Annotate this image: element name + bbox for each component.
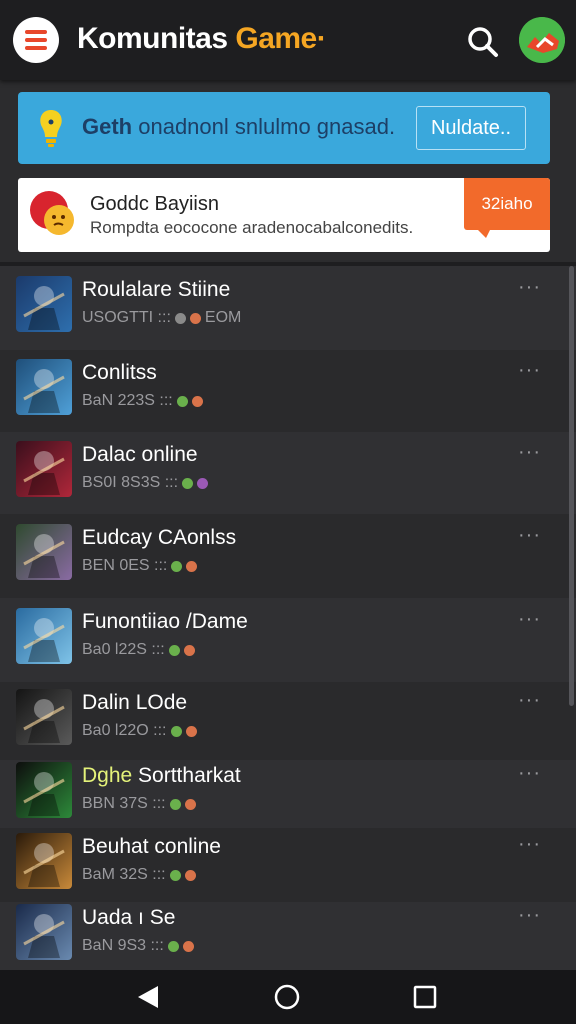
more-options-icon[interactable]: ··· — [518, 525, 541, 545]
more-options-icon[interactable]: ··· — [518, 360, 541, 380]
status-dot-icon — [191, 395, 203, 407]
banner-text-rest: onadnonl snlulmo gnasad. — [132, 114, 396, 139]
game-name: Beuhat conline — [82, 835, 221, 858]
game-meta: BEN 0ES ::: — [82, 557, 198, 575]
game-meta: Ba0 l22O ::: — [82, 722, 197, 740]
game-list-item[interactable]: Uada ı SeBaN 9S3 ::: ··· — [0, 902, 576, 971]
game-thumbnail-icon — [16, 524, 72, 580]
hamburger-menu-icon[interactable] — [13, 17, 59, 63]
info-banner: Geth onadnonl snlulmo gnasad. Nuldate.. — [18, 92, 550, 164]
more-options-icon[interactable]: ··· — [518, 690, 541, 710]
game-thumbnail-icon — [16, 833, 72, 889]
game-name: Uada ı Se — [82, 906, 176, 929]
game-thumbnail-icon — [16, 276, 72, 332]
status-dot-icon — [182, 477, 194, 489]
game-list-item[interactable]: Dghe SorttharkatBBN 37S ::: ··· — [0, 760, 576, 829]
status-dot-icon — [174, 312, 186, 324]
status-dot-icon — [171, 560, 183, 572]
game-thumbnail-icon — [16, 441, 72, 497]
game-meta-text: USOGTTI ::: — [82, 309, 171, 326]
status-dot-icon — [169, 869, 181, 881]
game-thumbnail-icon — [16, 359, 72, 415]
status-dot-icon — [170, 725, 182, 737]
game-meta-tail: EOM — [204, 309, 242, 326]
game-meta-text: BaN 9S3 ::: — [82, 937, 164, 954]
recent-apps-square-icon[interactable] — [413, 985, 437, 1009]
game-name: Conlitss — [82, 361, 157, 384]
scrollbar[interactable] — [569, 266, 574, 706]
status-dot-icon — [197, 477, 209, 489]
notice-card[interactable]: Goddc Bayiisn Rompdta eococone aradenoca… — [18, 178, 550, 252]
banner-text-bold: Geth — [82, 114, 133, 139]
game-name: Funontiiao /Dame — [82, 610, 248, 633]
game-meta: BBN 37S ::: — [82, 795, 196, 813]
status-dot-icon — [169, 798, 181, 810]
notice-subtitle: Rompdta eococone aradenocabalconedits. — [90, 218, 414, 237]
back-triangle-icon[interactable] — [136, 984, 160, 1010]
status-dot-icon — [189, 312, 201, 324]
status-dot-icon — [186, 560, 198, 572]
game-name: Eudcay CAonlss — [82, 526, 237, 549]
game-meta: Ba0 l22S ::: — [82, 641, 195, 659]
game-thumbnail-icon — [16, 762, 72, 818]
status-dot-icon — [184, 798, 196, 810]
search-icon[interactable] — [463, 22, 503, 62]
game-name: Dghe Sorttharkat — [82, 764, 241, 787]
more-options-icon[interactable]: ··· — [518, 277, 541, 297]
game-list-item[interactable]: Dalac onlineBS0I 8S3S ::: ··· — [0, 432, 576, 515]
status-dot-icon — [176, 395, 188, 407]
top-app-bar: Komunitas Game· — [0, 0, 576, 80]
game-thumbnail-icon — [16, 608, 72, 664]
system-navigation-bar — [0, 970, 576, 1024]
game-name: Roulalare Stiine — [82, 278, 231, 301]
notice-tag-button[interactable]: 32iaho — [464, 178, 550, 238]
game-meta-text: BaM 32S ::: — [82, 866, 166, 883]
game-meta: USOGTTI ::: EOM — [82, 309, 241, 327]
notice-title: Goddc Bayiisn — [90, 193, 219, 215]
app-title: Komunitas Game· — [77, 22, 327, 56]
game-meta: BaM 32S ::: — [82, 866, 196, 884]
more-options-icon[interactable]: ··· — [518, 905, 541, 925]
game-meta-text: Ba0 l22S ::: — [82, 641, 165, 658]
game-list-item[interactable]: ConlitssBaN 223S ::: ··· — [0, 350, 576, 433]
status-dot-icon — [167, 940, 179, 952]
status-dot-icon — [183, 644, 195, 656]
update-button[interactable]: Nuldate.. — [416, 106, 526, 150]
user-avatar-icon[interactable] — [519, 17, 565, 63]
home-circle-icon[interactable] — [274, 984, 300, 1010]
status-dot-icon — [185, 725, 197, 737]
game-meta: BaN 9S3 ::: — [82, 937, 194, 955]
more-options-icon[interactable]: ··· — [518, 442, 541, 462]
more-options-icon[interactable]: ··· — [518, 763, 541, 783]
game-name: Dalin LOde — [82, 691, 188, 714]
emoji-face-icon — [30, 191, 74, 235]
status-dot-icon — [182, 940, 194, 952]
game-name: Dalac online — [82, 443, 198, 466]
app-title-accent: Game· — [235, 22, 327, 55]
more-options-icon[interactable]: ··· — [518, 609, 541, 629]
more-options-icon[interactable]: ··· — [518, 834, 541, 854]
status-dot-icon — [168, 644, 180, 656]
game-meta-text: BEN 0ES ::: — [82, 557, 168, 574]
game-list-item[interactable]: Beuhat conlineBaM 32S ::: ··· — [0, 828, 576, 903]
game-thumbnail-icon — [16, 689, 72, 745]
game-meta-text: Ba0 l22O ::: — [82, 722, 167, 739]
game-meta-text: BBN 37S ::: — [82, 795, 166, 812]
app-title-main: Komunitas — [77, 22, 236, 55]
game-meta-text: BS0I 8S3S ::: — [82, 474, 179, 491]
game-meta: BaN 223S ::: — [82, 392, 203, 410]
game-list-item[interactable]: Eudcay CAonlssBEN 0ES ::: ··· — [0, 514, 576, 599]
game-meta-text: BaN 223S ::: — [82, 392, 173, 409]
game-list-item[interactable]: Dalin LOdeBa0 l22O ::: ··· — [0, 682, 576, 761]
lightbulb-icon — [40, 110, 62, 147]
game-meta: BS0I 8S3S ::: — [82, 474, 209, 492]
banner-text: Geth onadnonl snlulmo gnasad. — [82, 114, 395, 140]
game-list-item[interactable]: Roulalare StiineUSOGTTI ::: EOM ··· — [0, 266, 576, 351]
status-dot-icon — [184, 869, 196, 881]
game-thumbnail-icon — [16, 904, 72, 960]
game-list-item[interactable]: Funontiiao /DameBa0 l22S ::: ··· — [0, 598, 576, 683]
